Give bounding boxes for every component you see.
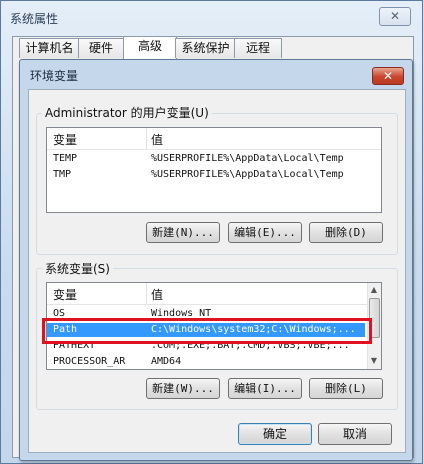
list-item[interactable]: TMP %USERPROFILE%\AppData\Local\Temp xyxy=(47,168,381,182)
scroll-down-icon[interactable]: ▼ xyxy=(368,355,380,367)
column-header-value[interactable]: 值 xyxy=(151,131,163,148)
tab-hardware[interactable]: 硬件 xyxy=(78,38,124,58)
column-divider[interactable] xyxy=(146,128,147,149)
column-header-variable[interactable]: 变量 xyxy=(53,131,77,148)
environment-variables-title: 环境变量 xyxy=(30,69,79,83)
system-new-button[interactable]: 新建(W)... xyxy=(146,378,220,399)
close-icon: ✕ xyxy=(389,9,401,23)
ok-button[interactable]: 确定 xyxy=(238,423,312,445)
user-new-button[interactable]: 新建(N)... xyxy=(146,222,220,243)
list-item[interactable]: PROCESSOR_AR AMD64 xyxy=(47,355,365,369)
close-icon: ✕ xyxy=(382,69,394,83)
tab-advanced[interactable]: 高级 xyxy=(123,36,177,59)
list-header: 变量 值 xyxy=(47,283,381,305)
cancel-button[interactable]: 取消 xyxy=(318,423,392,445)
system-delete-button[interactable]: 删除(L) xyxy=(309,378,383,399)
tab-system-protection[interactable]: 系统保护 xyxy=(175,38,236,58)
list-item[interactable]: TEMP %USERPROFILE%\AppData\Local\Temp xyxy=(47,152,381,166)
system-properties-title: 系统属性 xyxy=(10,12,59,26)
variable-name: TEMP xyxy=(53,153,78,164)
system-edit-button[interactable]: 编辑(I)... xyxy=(228,378,302,399)
variable-value: %USERPROFILE%\AppData\Local\Temp xyxy=(151,169,344,180)
variable-value: AMD64 xyxy=(151,356,182,367)
environment-variables-close-button[interactable]: ✕ xyxy=(372,67,404,85)
column-header-value[interactable]: 值 xyxy=(151,286,163,303)
system-properties-close-button[interactable]: ✕ xyxy=(379,7,411,26)
highlight-box xyxy=(42,318,372,344)
list-header: 变量 值 xyxy=(47,128,381,150)
column-divider[interactable] xyxy=(146,283,147,304)
variable-name: TMP xyxy=(53,169,72,180)
user-variables-list[interactable]: 变量 值 TEMP %USERPROFILE%\AppData\Local\Te… xyxy=(46,127,382,213)
system-variables-label: 系统变量(S) xyxy=(42,260,113,277)
variable-value: %USERPROFILE%\AppData\Local\Temp xyxy=(151,153,344,164)
tab-remote[interactable]: 远程 xyxy=(234,38,282,58)
user-delete-button[interactable]: 删除(D) xyxy=(309,222,383,243)
column-header-variable[interactable]: 变量 xyxy=(53,286,77,303)
scroll-up-icon[interactable]: ▲ xyxy=(368,284,380,296)
user-edit-button[interactable]: 编辑(E)... xyxy=(228,222,302,243)
variable-name: PROCESSOR_AR xyxy=(53,356,126,367)
user-variables-label: Administrator 的用户变量(U) xyxy=(42,104,212,121)
tab-computer-name[interactable]: 计算机名 xyxy=(19,38,80,58)
